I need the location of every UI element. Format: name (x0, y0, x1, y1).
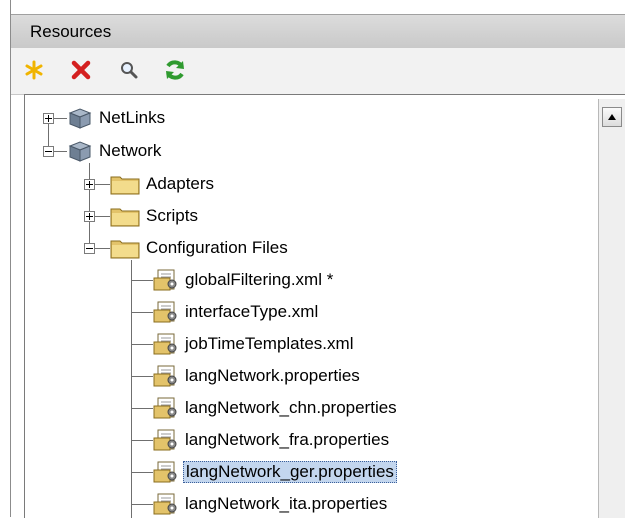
collapse-toggle-network[interactable] (43, 146, 54, 157)
config-file-icon (153, 365, 177, 387)
refresh-icon (166, 60, 184, 80)
tree-line (53, 151, 67, 152)
config-file-icon (153, 397, 177, 419)
tree-line (131, 504, 153, 505)
tree-node-netlinks[interactable]: NetLinks (67, 105, 167, 131)
panel-title: Resources (30, 22, 112, 41)
toolbar (11, 48, 625, 95)
tree-node-label: Scripts (146, 206, 198, 225)
folder-icon (110, 208, 140, 227)
tree-node-network[interactable]: Network (67, 138, 163, 164)
config-file-icon (153, 269, 177, 291)
folder-icon (110, 176, 140, 195)
tree-line (131, 280, 153, 281)
panel-titlebar: Resources (11, 14, 625, 49)
asterisk-icon (25, 60, 43, 80)
config-file-icon (153, 461, 177, 483)
tree-file-label: langNetwork_fra.properties (185, 430, 390, 449)
refresh-button[interactable] (161, 56, 189, 84)
tree-file-langnetwork-chn[interactable]: langNetwork_chn.properties (153, 395, 399, 421)
tree-file-globalfiltering[interactable]: globalFiltering.xml * (153, 267, 335, 293)
tree-file-label: interfaceType.xml (185, 302, 319, 321)
expand-toggle-netlinks[interactable] (43, 113, 54, 124)
tree-node-label: Network (99, 141, 162, 160)
delete-button[interactable] (67, 56, 95, 84)
tree-line (53, 118, 67, 119)
tree-node-configuration-files[interactable]: Configuration Files (110, 235, 290, 261)
x-icon (71, 60, 91, 80)
tree-line (131, 472, 153, 473)
tree-file-interfacetype[interactable]: interfaceType.xml (153, 299, 320, 325)
resources-panel: Resources NetLinks Network Adapters Scri… (10, 0, 625, 518)
config-file-icon (153, 429, 177, 451)
tree-line (131, 260, 132, 518)
tree-line (131, 312, 153, 313)
tree-line (131, 344, 153, 345)
expand-toggle-scripts[interactable] (84, 211, 95, 222)
folder-icon (110, 240, 140, 259)
tree-file-langnetwork-ita[interactable]: langNetwork_ita.properties (153, 491, 389, 517)
find-button[interactable] (115, 56, 143, 84)
tree-file-label: langNetwork_ita.properties (185, 494, 388, 513)
tree-node-scripts[interactable]: Scripts (110, 203, 200, 229)
tree-line (94, 184, 110, 185)
package-icon (68, 141, 92, 162)
tree-line (131, 440, 153, 441)
tree-node-label: Adapters (146, 174, 215, 193)
package-icon (68, 108, 92, 129)
resource-tree[interactable]: NetLinks Network Adapters Scripts Config… (24, 94, 625, 518)
vertical-scrollbar[interactable] (598, 99, 625, 518)
collapse-toggle-configuration-files[interactable] (84, 243, 95, 254)
tree-file-jobtimetemplates[interactable]: jobTimeTemplates.xml (153, 331, 355, 357)
tree-line (94, 248, 110, 249)
tree-node-label: NetLinks (99, 108, 166, 127)
tree-file-langnetwork[interactable]: langNetwork.properties (153, 363, 362, 389)
tree-node-label: Configuration Files (146, 238, 288, 257)
tree-file-label: globalFiltering.xml * (185, 270, 334, 289)
config-file-icon (153, 493, 177, 515)
config-file-icon (153, 333, 177, 355)
tree-file-label: langNetwork_ger.properties (183, 461, 397, 483)
tree-line (89, 163, 90, 248)
tree-file-langnetwork-ger[interactable]: langNetwork_ger.properties (153, 459, 397, 485)
tree-file-label: jobTimeTemplates.xml (185, 334, 354, 353)
new-resource-button[interactable] (20, 56, 48, 84)
tree-line (94, 216, 110, 217)
tree-file-label: langNetwork.properties (185, 366, 360, 385)
tree-file-langnetwork-fra[interactable]: langNetwork_fra.properties (153, 427, 391, 453)
magnifier-icon (121, 62, 138, 79)
tree-node-adapters[interactable]: Adapters (110, 171, 216, 197)
config-file-icon (153, 301, 177, 323)
tree-line (131, 408, 153, 409)
tree-line (131, 376, 153, 377)
tree-file-label: langNetwork_chn.properties (185, 398, 397, 417)
expand-toggle-adapters[interactable] (84, 179, 95, 190)
scroll-up-arrow-icon[interactable] (602, 107, 622, 127)
